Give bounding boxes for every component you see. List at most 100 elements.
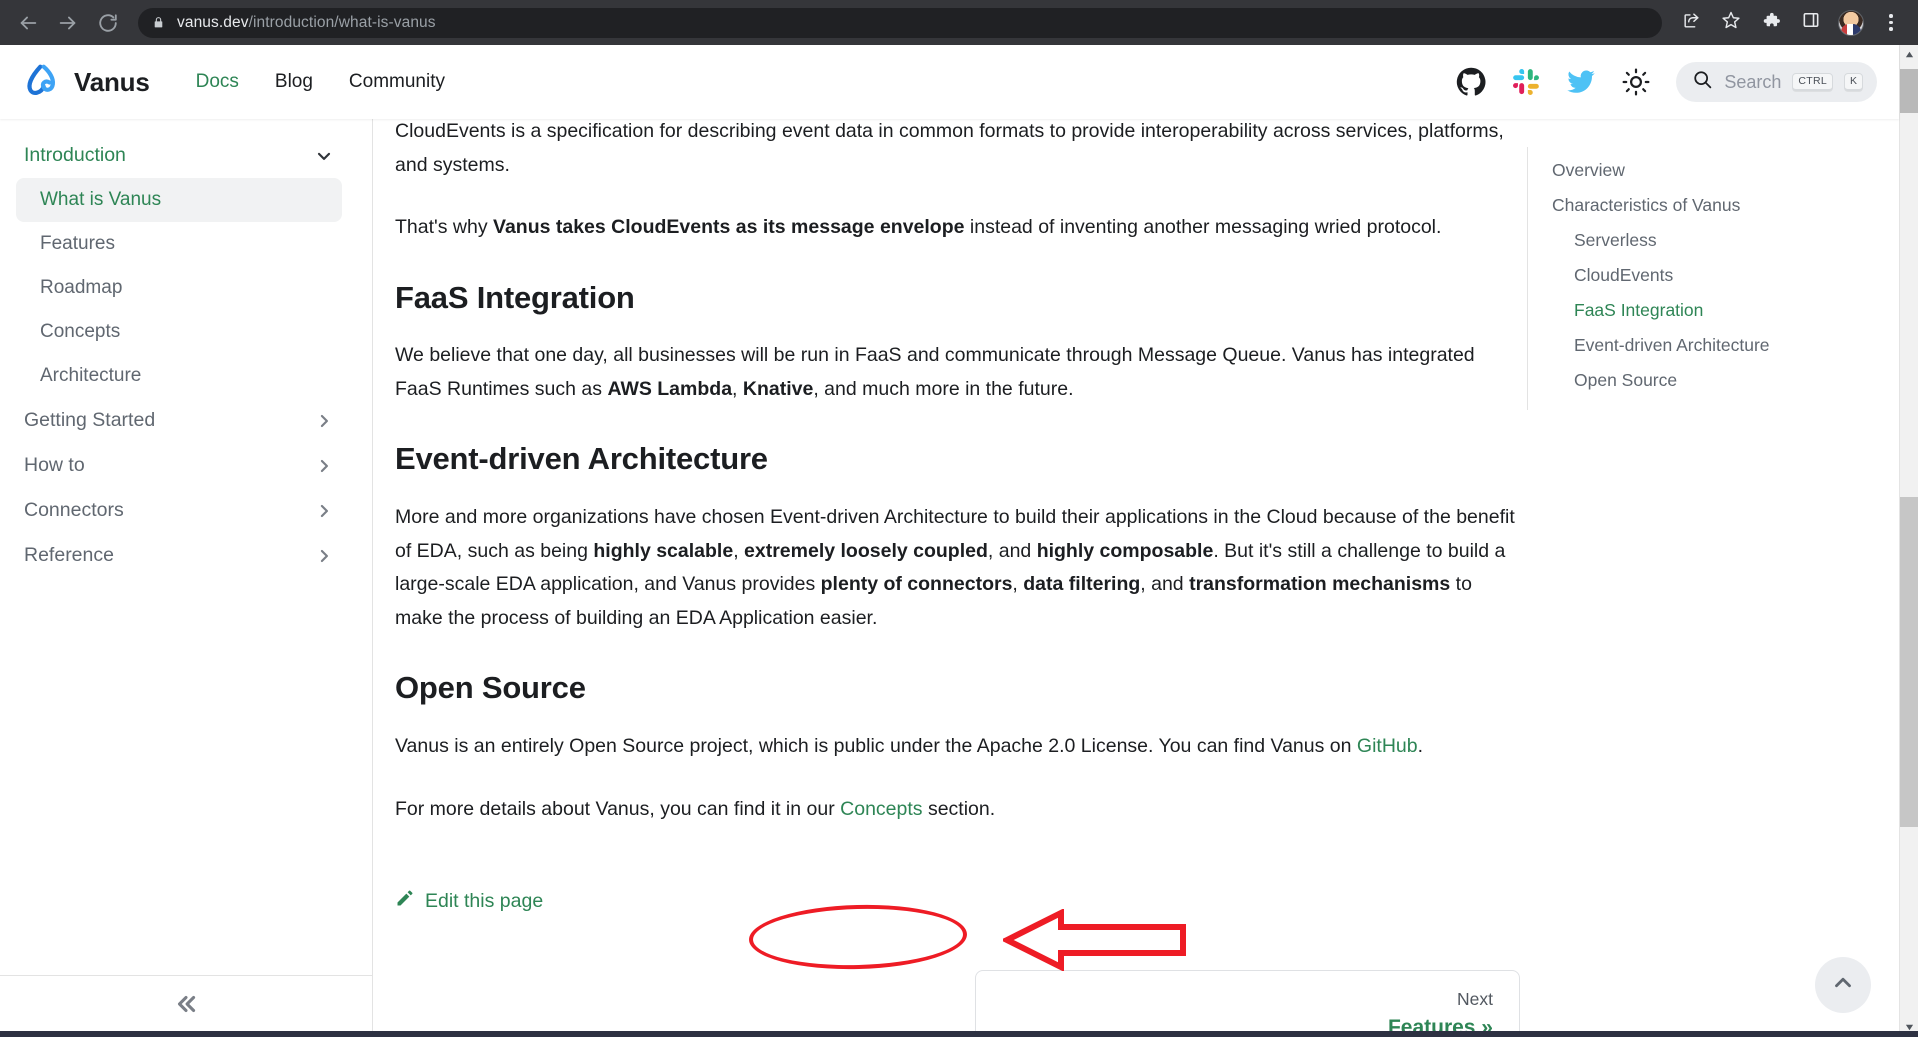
sidebar-item-features[interactable]: Features [0,222,350,266]
toc-item-event-driven-architecture[interactable]: Event-driven Architecture [1552,328,1899,363]
site-header: Vanus Docs Blog Community Search CTRL K [0,45,1899,119]
search-shortcut-k: K [1843,72,1863,92]
sidebar-item-concepts[interactable]: Concepts [0,310,350,354]
sidebar-item-label: Concepts [40,321,121,342]
link-concepts[interactable]: Concepts [840,798,922,820]
edit-page-label: Edit this page [425,889,544,912]
pagination-next-label: Next [1457,989,1493,1010]
scrollbar-thumb[interactable] [1900,497,1918,827]
forward-button[interactable] [50,5,86,41]
sidebar-item-roadmap[interactable]: Roadmap [0,266,350,310]
sidebar-category-how-to[interactable]: How to [0,443,350,488]
sidebar-category-getting-started[interactable]: Getting Started [0,398,350,443]
bold-fragment: Vanus takes CloudEvents as its message e… [493,216,965,239]
sun-theme-toggle-icon[interactable] [1622,68,1650,96]
back-button[interactable] [10,5,46,41]
text-fragment: , and much more in the future. [813,377,1074,400]
chevron-right-icon [314,501,334,521]
text-fragment: . [1417,735,1424,758]
nav-item-blog[interactable]: Blog [257,71,331,93]
sidebar-item-what-is-vanus[interactable]: What is Vanus [16,178,342,222]
address-bar[interactable]: vanus.dev/introduction/what-is-vanus [138,7,1662,38]
nav-item-community[interactable]: Community [331,71,463,93]
url-domain: vanus.dev [177,13,249,31]
header-right-group: Search CTRL K [1456,62,1877,102]
heading-open-source: Open Source [395,670,586,706]
search-icon [1692,69,1713,95]
slack-icon[interactable] [1512,68,1540,96]
text-fragment: Vanus is an entirely Open Source project… [395,735,1357,758]
back-to-top-button[interactable] [1815,957,1871,1013]
toc-item-faas-integration[interactable]: FaaS Integration [1552,293,1899,328]
twitter-icon[interactable] [1566,67,1596,97]
puzzle-piece-icon [1761,10,1781,35]
vanus-logo-icon [22,60,62,105]
paragraph-eda: More and more organizations have chosen … [395,501,1520,635]
toc-item-overview[interactable]: Overview [1552,153,1899,188]
browser-toolbar: vanus.dev/introduction/what-is-vanus [0,0,1918,45]
bookmark-button[interactable] [1714,6,1748,40]
text-fragment: , [1012,573,1024,596]
sidebar-item-label: Introduction [24,144,126,166]
scrollbar-thumb-top[interactable] [1900,69,1918,113]
toc-item-serverless[interactable]: Serverless [1552,223,1899,258]
text-fragment: , and [987,539,1037,562]
paragraph-more-details: For more details about Vanus, you can fi… [395,793,1520,827]
toc-item-open-source[interactable]: Open Source [1552,363,1899,398]
sidebar-item-architecture[interactable]: Architecture [0,354,350,398]
double-chevron-left-icon [173,991,199,1022]
bold-fragment: extremely loosely coupled [744,539,988,562]
share-icon [1682,11,1701,35]
toc-item-characteristics-of-vanus[interactable]: Characteristics of Vanus [1552,188,1899,223]
edit-this-page-link[interactable]: Edit this page [395,888,543,914]
browser-menu-button[interactable] [1874,6,1908,40]
nav-item-docs[interactable]: Docs [178,71,257,93]
sidebar-category-connectors[interactable]: Connectors [0,488,350,533]
bold-fragment: AWS Lambda [607,377,733,400]
doc-sidebar: Introduction What is Vanus Features Road… [0,119,373,1037]
sidebar-item-label: Reference [24,544,114,566]
doc-pagination: Next Features » [395,970,1520,1037]
url-text: vanus.dev/introduction/what-is-vanus [177,14,436,32]
browser-action-icons [1674,6,1908,40]
text-fragment: For more details about Vanus, you can fi… [395,797,841,820]
doc-article: CloudEvents is a specification for descr… [395,119,1520,1037]
sidebar-item-label: How to [24,454,85,476]
sidebar-collapse-button[interactable] [0,975,372,1037]
page-body: Introduction What is Vanus Features Road… [0,119,1899,1037]
bold-fragment: transformation mechanisms [1189,573,1451,596]
share-button[interactable] [1674,6,1708,40]
chevron-right-icon [314,546,334,566]
page-scrollbar[interactable] [1899,45,1918,1037]
chevron-down-icon [314,146,334,166]
search-shortcut-ctrl: CTRL [1792,72,1833,92]
back-arrow-icon [17,12,39,34]
sidebar-item-label: What is Vanus [40,189,162,210]
text-fragment: section. [922,797,996,820]
link-github[interactable]: GitHub [1357,735,1418,757]
search-placeholder: Search [1724,71,1782,92]
search-input[interactable]: Search CTRL K [1676,62,1877,102]
sidebar-category-introduction[interactable]: Introduction [0,133,350,178]
table-of-contents: Overview Characteristics of Vanus Server… [1527,119,1899,1037]
pagination-next-card[interactable]: Next Features » [975,970,1520,1037]
web-page: Vanus Docs Blog Community Search CTRL K … [0,45,1899,1037]
lock-icon [152,15,165,30]
star-icon [1721,10,1741,35]
profile-avatar [1838,9,1864,36]
forward-arrow-icon [57,12,79,34]
toc-item-cloudevents[interactable]: CloudEvents [1552,258,1899,293]
sidebar-category-reference[interactable]: Reference [0,533,350,578]
three-dot-menu-icon [1889,14,1893,31]
text-fragment: , [733,539,745,562]
brand-logo-link[interactable]: Vanus [22,60,150,105]
reload-button[interactable] [90,5,126,41]
bold-fragment: highly scalable [593,539,734,562]
chevron-right-icon [314,411,334,431]
scrollbar-up-arrow[interactable] [1900,45,1918,64]
extensions-button[interactable] [1754,6,1788,40]
profile-button[interactable] [1834,6,1868,40]
side-panel-button[interactable] [1794,6,1828,40]
text-fragment: That's why [395,216,494,239]
github-icon[interactable] [1456,67,1486,97]
